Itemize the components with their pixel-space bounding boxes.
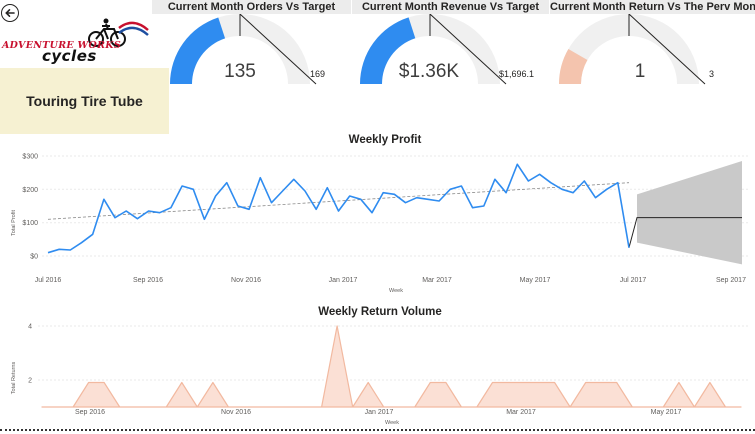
profit-x-tick: Jul 2016 <box>35 277 62 284</box>
returns-chart-title: Weekly Return Volume <box>318 306 442 318</box>
profit-x-tick: Jul 2017 <box>620 277 647 284</box>
returns-y-axis-label: Total Returns <box>11 362 17 395</box>
returns-x-tick: Jan 2017 <box>365 409 394 416</box>
logo-cycles-text: cycles <box>42 47 97 65</box>
profit-trend-line <box>47 182 630 220</box>
profit-series-line <box>47 163 630 254</box>
gauge-revenue-title: Current Month Revenue Vs Target <box>352 0 549 14</box>
profit-y-tick: $300 <box>22 154 38 161</box>
gauge-returns-target: 3 <box>709 69 715 79</box>
profit-chart[interactable]: $0 $100 $200 $300 Total Profit Jul 2016 … <box>0 148 755 296</box>
returns-area <box>41 325 742 408</box>
profit-x-tick: Sep 2016 <box>133 277 163 284</box>
product-name: Touring Tire Tube <box>26 93 143 109</box>
returns-chart[interactable]: 2 4 Total Returns Sep 2016 Nov 2016 Jan … <box>0 318 755 430</box>
returns-y-tick: 2 <box>28 378 32 385</box>
gauge-returns-value: 1 <box>634 61 646 82</box>
gauge-orders-title: Current Month Orders Vs Target <box>152 0 351 14</box>
profit-forecast-band <box>637 161 742 265</box>
gauge-orders-target: 169 <box>310 69 326 79</box>
profit-y-tick: $200 <box>22 187 38 194</box>
gauge-orders-value: 135 <box>224 61 256 82</box>
returns-x-tick: May 2017 <box>651 409 682 416</box>
profit-chart-title: Weekly Profit <box>348 134 422 146</box>
gauge-revenue-target: $1,696.1 <box>499 69 535 79</box>
profit-x-tick: May 2017 <box>520 277 551 284</box>
returns-grid <box>38 325 750 381</box>
profit-y-tick: $100 <box>22 220 38 227</box>
profit-x-axis-label: Week <box>389 288 403 294</box>
returns-y-tick: 4 <box>28 324 32 331</box>
profit-x-tick: Mar 2017 <box>422 277 452 284</box>
returns-x-axis-label: Week <box>385 420 399 426</box>
page-bottom-border <box>0 429 755 431</box>
gauge-returns-title: Current Month Return Vs The Perv Month <box>550 0 755 14</box>
company-logo: ADVENTURE WORKS cycles <box>0 18 150 68</box>
profit-x-tick: Sep 2017 <box>716 277 746 284</box>
returns-x-tick: Nov 2016 <box>221 409 251 416</box>
profit-y-tick: $0 <box>30 254 38 261</box>
product-card[interactable]: Touring Tire Tube <box>0 68 169 134</box>
profit-x-tick: Jan 2017 <box>329 277 358 284</box>
profit-x-tick: Nov 2016 <box>231 277 261 284</box>
returns-x-tick: Sep 2016 <box>75 409 105 416</box>
gauge-revenue-value: $1.36K <box>398 61 460 82</box>
returns-x-tick: Mar 2017 <box>506 409 536 416</box>
profit-y-axis-label: Total Profit <box>11 210 17 236</box>
